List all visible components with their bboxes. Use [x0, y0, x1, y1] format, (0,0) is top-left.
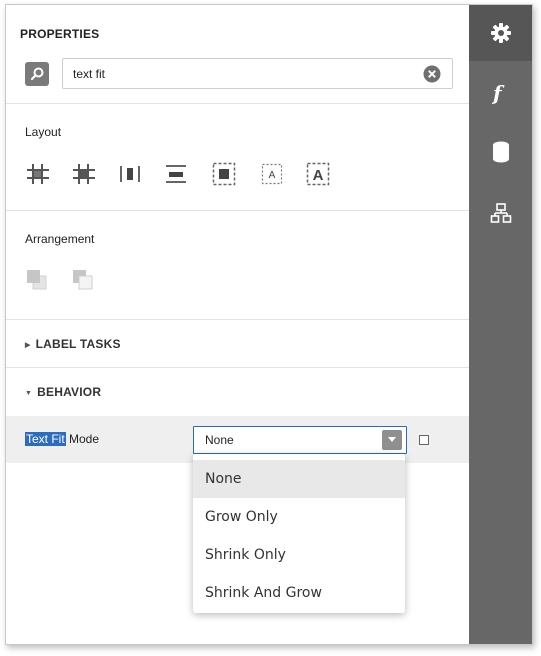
arrangement-section-label: Arrangement — [25, 232, 95, 246]
properties-panel: PROPERTIES Layout — [6, 5, 469, 644]
database-icon — [493, 141, 509, 163]
divider — [6, 319, 469, 320]
property-label-rest: Mode — [65, 432, 100, 446]
svg-text:A: A — [313, 167, 324, 184]
report-explorer-icon — [490, 203, 512, 223]
dropdown-option-none[interactable]: None — [193, 460, 405, 498]
svg-text:A: A — [269, 170, 276, 181]
text-fit-mode-label: Text Fit Mode — [25, 432, 99, 446]
fit-bounds-to-container-icon[interactable] — [211, 161, 237, 187]
panel-title: PROPERTIES — [20, 27, 100, 41]
layout-section-label: Layout — [25, 125, 62, 139]
center-horizontally-icon[interactable] — [117, 161, 143, 187]
send-to-back-icon[interactable] — [71, 268, 95, 292]
dropdown-option-shrink-only[interactable]: Shrink Only — [193, 536, 405, 574]
divider — [6, 367, 469, 368]
reset-value-checkbox[interactable] — [419, 435, 429, 445]
arrangement-toolbar — [25, 268, 125, 294]
tab-expressions[interactable]: f — [469, 69, 532, 125]
search-field[interactable] — [62, 58, 453, 89]
label-tasks-label: LABEL TASKS — [35, 337, 121, 351]
search-icon — [30, 67, 44, 81]
properties-window: PROPERTIES Layout — [5, 4, 533, 645]
tab-report-explorer[interactable] — [469, 185, 532, 241]
label-tasks-group-header[interactable]: ▶ LABEL TASKS — [25, 337, 121, 351]
expanded-arrow-icon: ▼ — [25, 390, 33, 397]
clear-search-icon[interactable] — [423, 65, 441, 83]
tab-field-list[interactable] — [469, 123, 532, 179]
layout-toolbar: A A — [25, 161, 375, 189]
text-fit-mode-select[interactable]: None — [193, 426, 407, 454]
side-tab-bar: f — [469, 5, 532, 644]
text-fit-mode-dropdown: None Grow Only Shrink Only Shrink And Gr… — [193, 454, 405, 613]
dropdown-button[interactable] — [382, 430, 402, 450]
bring-to-front-icon[interactable] — [25, 268, 49, 292]
select-value: None — [205, 433, 234, 447]
chevron-down-icon — [388, 437, 396, 442]
behavior-label: BEHAVIOR — [37, 385, 102, 399]
tab-properties[interactable] — [469, 5, 532, 61]
dropdown-option-grow-only[interactable]: Grow Only — [193, 498, 405, 536]
divider — [6, 103, 469, 104]
divider — [6, 210, 469, 211]
gear-icon — [491, 23, 511, 43]
function-icon: f — [493, 81, 502, 105]
align-to-grid-icon[interactable] — [25, 161, 51, 187]
search-input[interactable] — [73, 65, 413, 83]
behavior-group-header[interactable]: ▼ BEHAVIOR — [25, 385, 101, 399]
search-match-highlight: Text Fit — [25, 432, 66, 446]
size-to-grid-icon[interactable] — [71, 161, 97, 187]
collapsed-arrow-icon: ▶ — [25, 342, 31, 349]
fit-text-to-bounds-icon[interactable]: A — [259, 161, 285, 187]
fit-bounds-to-text-icon[interactable]: A — [305, 161, 331, 187]
center-vertically-icon[interactable] — [163, 161, 189, 187]
dropdown-option-shrink-and-grow[interactable]: Shrink And Grow — [193, 574, 405, 612]
search-button[interactable] — [25, 62, 49, 86]
